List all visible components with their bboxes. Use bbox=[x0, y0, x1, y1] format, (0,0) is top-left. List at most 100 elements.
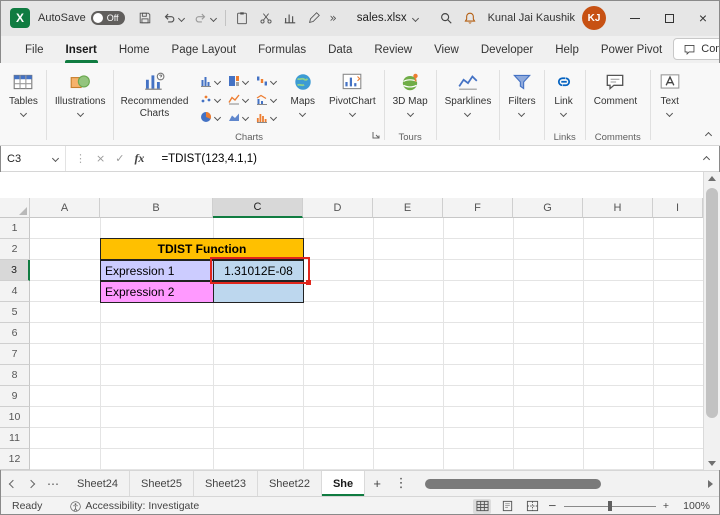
zoom-in-button[interactable]: + bbox=[663, 500, 669, 512]
row-header-7[interactable]: 7 bbox=[0, 344, 30, 365]
next-sheet-button[interactable] bbox=[22, 471, 40, 496]
link-button[interactable]: Link bbox=[546, 65, 582, 117]
insert-scatter-chart-button[interactable] bbox=[200, 93, 222, 105]
cancel-icon[interactable]: × bbox=[96, 152, 105, 165]
column-header-F[interactable]: F bbox=[443, 198, 513, 218]
sheet-tab-sheet23[interactable]: Sheet23 bbox=[194, 471, 258, 496]
insert-column-chart-button[interactable] bbox=[200, 75, 222, 87]
sheet-tab-sheet25[interactable]: Sheet25 bbox=[130, 471, 194, 496]
filename-menu[interactable]: sales.xlsx bbox=[349, 12, 426, 24]
undo-button[interactable] bbox=[157, 5, 189, 31]
tab-help[interactable]: Help bbox=[544, 39, 590, 63]
row-header-10[interactable]: 10 bbox=[0, 407, 30, 428]
zoom-level[interactable]: 100% bbox=[676, 500, 710, 512]
tab-power-pivot[interactable]: Power Pivot bbox=[590, 39, 673, 63]
cell-B3[interactable]: Expression 1 bbox=[100, 260, 214, 281]
new-comment-button[interactable]: Comment bbox=[587, 65, 644, 108]
insert-function-icon[interactable]: fx bbox=[134, 151, 144, 166]
horizontal-scrollbar-thumb[interactable] bbox=[425, 479, 601, 489]
horizontal-scrollbar[interactable] bbox=[415, 471, 698, 496]
column-header-B[interactable]: B bbox=[100, 198, 213, 218]
row-header-6[interactable]: 6 bbox=[0, 323, 30, 344]
charts-dialog-launcher-icon[interactable] bbox=[372, 131, 380, 142]
pen-button[interactable] bbox=[302, 5, 326, 31]
chart-quick-button[interactable] bbox=[278, 5, 302, 31]
vertical-scrollbar-thumb[interactable] bbox=[706, 188, 718, 418]
insert-waterfall-chart-button[interactable] bbox=[256, 75, 278, 87]
tables-button[interactable]: Tables bbox=[2, 65, 45, 117]
row-header-9[interactable]: 9 bbox=[0, 386, 30, 407]
previous-sheet-button[interactable] bbox=[4, 471, 22, 496]
text-button[interactable]: Text bbox=[652, 65, 688, 117]
zoom-out-button[interactable]: − bbox=[548, 500, 557, 512]
expand-formula-bar-button[interactable] bbox=[693, 153, 720, 165]
tab-review[interactable]: Review bbox=[363, 39, 423, 63]
alerts-button[interactable] bbox=[458, 5, 482, 31]
sheet-options-button[interactable]: ⋮ bbox=[389, 476, 413, 491]
autosave-toggle[interactable]: AutoSave Off bbox=[38, 11, 125, 25]
enter-check-icon[interactable]: ✓ bbox=[115, 152, 124, 165]
cells-area[interactable]: TDIST Function Expression 1 Expression 2… bbox=[30, 218, 703, 470]
column-header-G[interactable]: G bbox=[513, 198, 583, 218]
accessibility-status[interactable]: Accessibility: Investigate bbox=[70, 500, 199, 512]
illustrations-button[interactable]: Illustrations bbox=[48, 65, 113, 117]
cell-B2-title[interactable]: TDIST Function bbox=[100, 238, 304, 260]
clipboard-button[interactable] bbox=[230, 5, 254, 31]
tab-data[interactable]: Data bbox=[317, 39, 363, 63]
column-header-E[interactable]: E bbox=[373, 198, 443, 218]
3d-map-button[interactable]: 3D Map bbox=[386, 65, 435, 117]
insert-statistic-chart-button[interactable] bbox=[256, 111, 278, 123]
page-layout-view-button[interactable] bbox=[498, 499, 516, 514]
row-header-11[interactable]: 11 bbox=[0, 428, 30, 449]
page-break-view-button[interactable] bbox=[523, 499, 541, 514]
insert-combo-chart-button[interactable] bbox=[256, 93, 278, 105]
filters-button[interactable]: Filters bbox=[501, 65, 542, 117]
normal-view-button[interactable] bbox=[473, 498, 492, 514]
select-all-corner[interactable] bbox=[0, 198, 30, 218]
row-header-8[interactable]: 8 bbox=[0, 365, 30, 386]
row-header-4[interactable]: 4 bbox=[0, 281, 30, 302]
column-header-A[interactable]: A bbox=[30, 198, 100, 218]
recommended-charts-button[interactable]: Recommended Charts bbox=[115, 65, 193, 119]
cell-C4[interactable] bbox=[213, 281, 304, 303]
sparklines-button[interactable]: Sparklines bbox=[438, 65, 499, 117]
column-header-H[interactable]: H bbox=[583, 198, 653, 218]
sheet-tab-active[interactable]: She bbox=[321, 471, 366, 496]
row-header-5[interactable]: 5 bbox=[0, 302, 30, 323]
sheet-tab-sheet22[interactable]: Sheet22 bbox=[258, 471, 322, 496]
insert-area-chart-button[interactable] bbox=[228, 111, 250, 123]
tab-developer[interactable]: Developer bbox=[470, 39, 544, 63]
row-header-12[interactable]: 12 bbox=[0, 449, 30, 470]
column-header-I[interactable]: I bbox=[653, 198, 703, 218]
cut-button[interactable] bbox=[254, 5, 278, 31]
maximize-button[interactable] bbox=[652, 0, 686, 36]
new-sheet-button[interactable]: + bbox=[365, 476, 389, 491]
scroll-right-button[interactable] bbox=[700, 479, 720, 488]
insert-pie-chart-button[interactable] bbox=[200, 111, 222, 123]
tab-page-layout[interactable]: Page Layout bbox=[161, 39, 248, 63]
name-box[interactable]: C3 bbox=[0, 146, 66, 171]
insert-line-chart-button[interactable] bbox=[228, 93, 250, 105]
more-commands-icon[interactable]: » bbox=[326, 11, 341, 25]
tab-view[interactable]: View bbox=[423, 39, 470, 63]
pivotchart-button[interactable]: PivotChart bbox=[322, 65, 383, 117]
search-button[interactable] bbox=[434, 5, 458, 31]
cell-B4[interactable]: Expression 2 bbox=[100, 281, 214, 303]
scroll-up-icon[interactable] bbox=[708, 176, 716, 181]
row-header-3[interactable]: 3 bbox=[0, 260, 30, 281]
tab-file[interactable]: File bbox=[14, 39, 55, 63]
excel-logo-icon[interactable]: X bbox=[10, 8, 30, 28]
redo-button[interactable] bbox=[189, 5, 221, 31]
comments-button[interactable]: Comments bbox=[673, 38, 720, 60]
tab-insert[interactable]: Insert bbox=[55, 39, 108, 63]
account-menu[interactable]: Kunal Jai Kaushik KJ bbox=[488, 6, 607, 30]
tab-formulas[interactable]: Formulas bbox=[247, 39, 317, 63]
zoom-slider-knob[interactable] bbox=[607, 501, 612, 511]
sheet-tab-sheet24[interactable]: Sheet24 bbox=[66, 471, 130, 496]
minimize-button[interactable] bbox=[618, 0, 652, 36]
insert-hierarchy-chart-button[interactable] bbox=[228, 75, 250, 87]
cell-C3-active[interactable]: 1.31012E-08 bbox=[213, 260, 304, 281]
close-button[interactable]: × bbox=[686, 0, 720, 36]
drag-handle-icon[interactable]: ⋮ bbox=[75, 152, 86, 165]
column-header-D[interactable]: D bbox=[303, 198, 373, 218]
